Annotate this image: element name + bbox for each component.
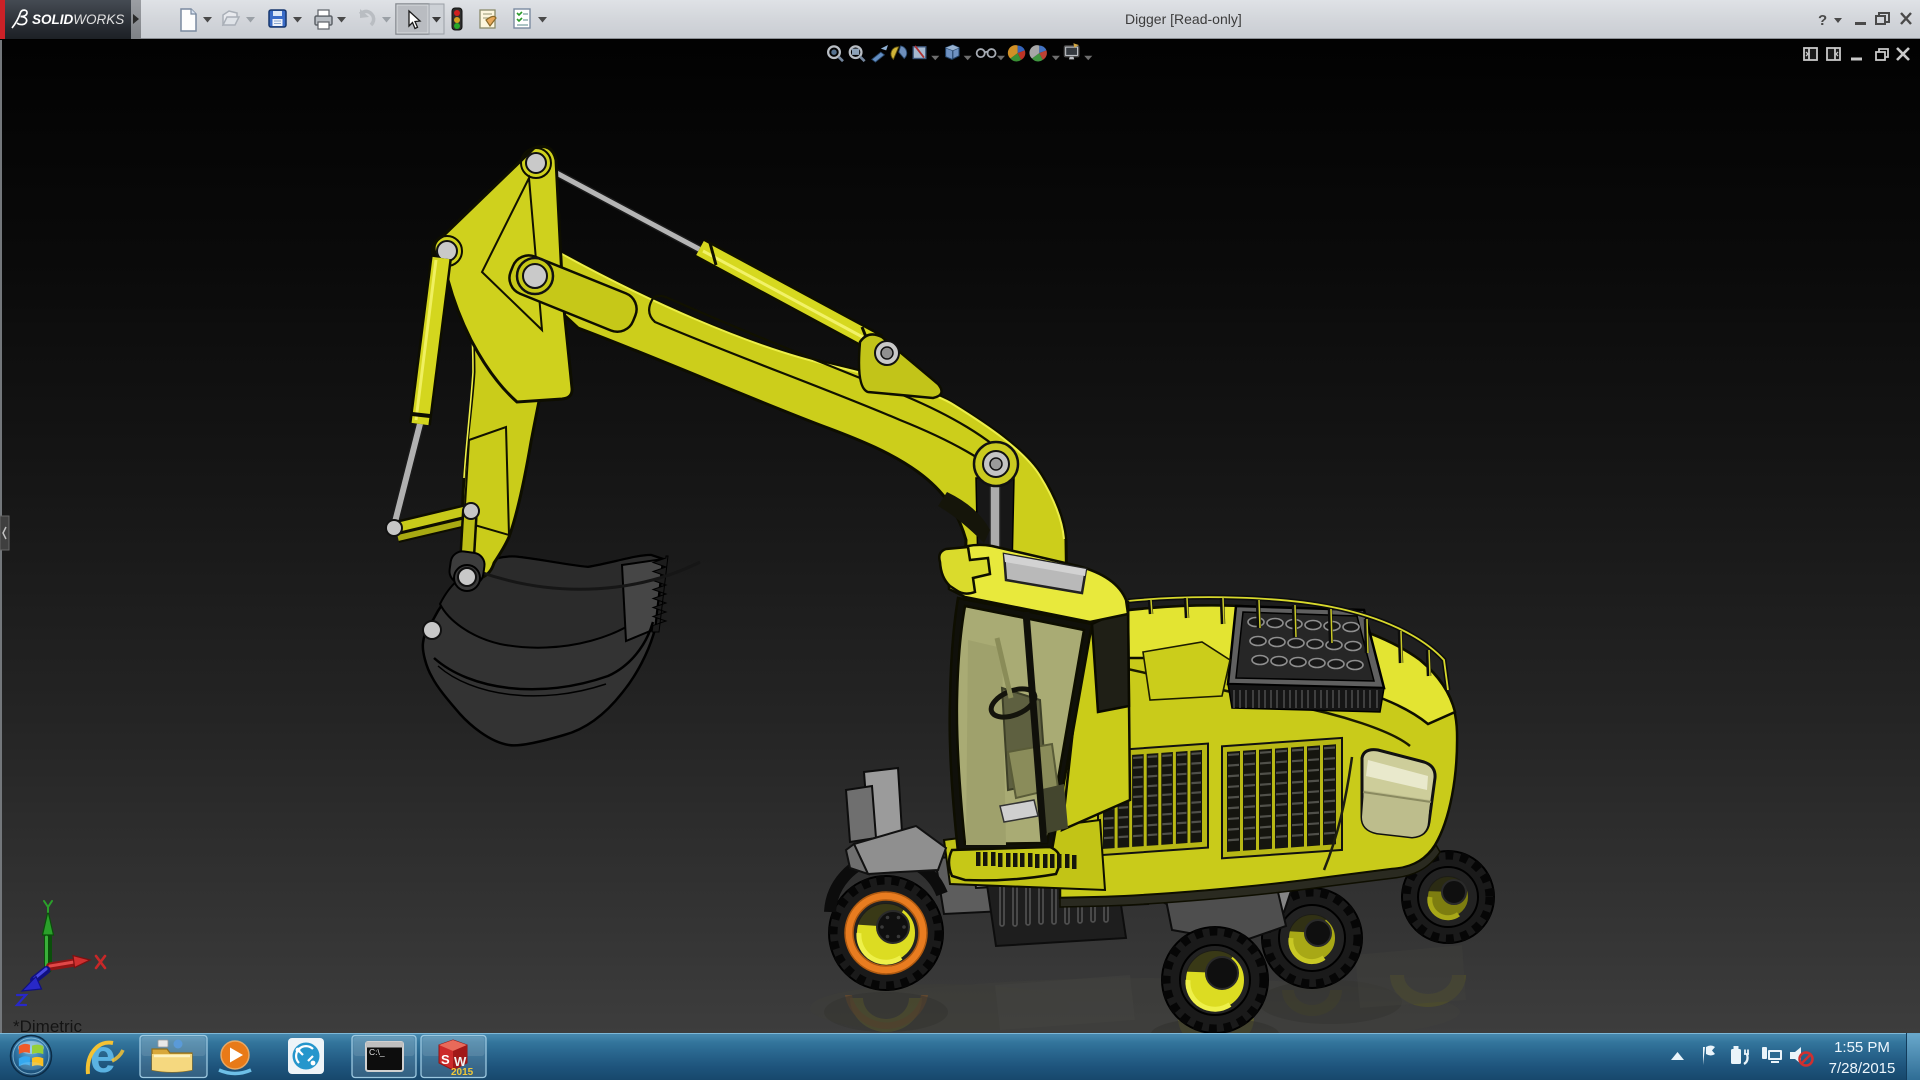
svg-text:C:\_: C:\_ — [369, 1047, 385, 1057]
svg-text:e: e — [90, 1033, 116, 1080]
svg-text:S: S — [441, 1052, 450, 1067]
svg-text:?: ? — [1818, 12, 1827, 29]
svg-text:2015: 2015 — [451, 1067, 474, 1078]
